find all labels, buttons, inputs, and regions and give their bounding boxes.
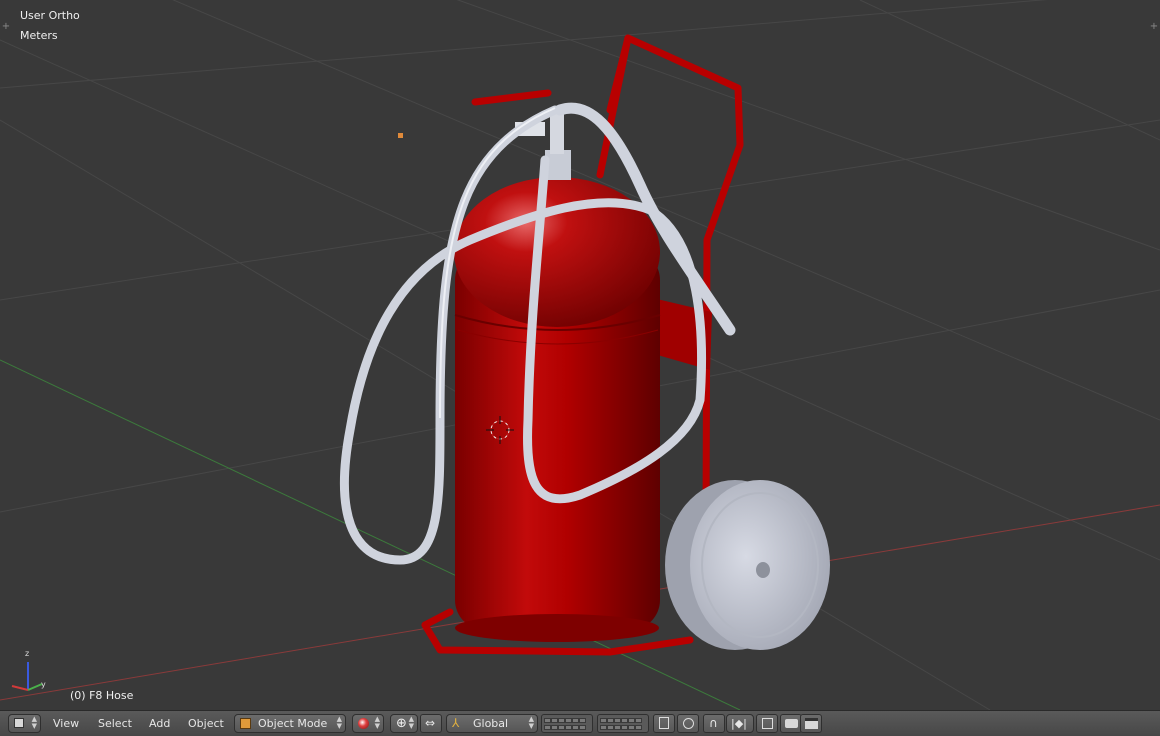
units-label: Meters (20, 29, 58, 42)
snap-target-icon (762, 718, 773, 729)
mode-label: Object Mode (258, 717, 328, 730)
region-expand-right-icon[interactable]: + (1149, 22, 1159, 32)
axis-gizmo (11, 662, 43, 691)
object-info-label: (0) F8 Hose (70, 689, 134, 702)
transform-manipulator-icon: ⇔ (425, 716, 436, 730)
render-still-button[interactable] (780, 714, 802, 733)
snap-toggle-button[interactable]: ∩ (703, 714, 725, 733)
mode-selector[interactable]: Object Mode ▲ ▼ (234, 714, 346, 733)
dropdown-arrows-icon: ▲ ▼ (31, 715, 37, 730)
lock-icon (659, 717, 669, 729)
menu-select[interactable]: Select (98, 716, 132, 732)
region-expand-left-icon[interactable]: + (1, 22, 11, 32)
light-marker[interactable] (398, 133, 403, 138)
transform-orientation-icon: ⅄ (452, 716, 460, 730)
transform-orientation-selector[interactable]: ⅄ Global ▲ ▼ (446, 714, 538, 733)
snap-increment-icon: |◆| (731, 717, 747, 730)
snap-element-selector[interactable]: |◆| (726, 714, 754, 733)
pivot-point-selector[interactable]: ⊕ ▲ ▼ (390, 714, 418, 733)
menu-add[interactable]: Add (149, 716, 170, 732)
extinguisher-tank[interactable] (454, 177, 661, 642)
menu-view[interactable]: View (53, 716, 79, 732)
magnet-icon: ∩ (709, 716, 718, 730)
menu-object[interactable]: Object (188, 716, 224, 732)
gizmo-z-label: z (25, 649, 30, 658)
view-name-label: User Ortho (20, 9, 80, 22)
render-animation-button[interactable] (800, 714, 822, 733)
dropdown-arrows-icon: ▲ ▼ (374, 715, 380, 730)
3d-viewport[interactable]: User Ortho Meters (0) F8 Hose z y + + (0, 0, 1160, 710)
snap-target-button[interactable] (756, 714, 778, 733)
cube-icon (14, 718, 24, 728)
editor-type-button[interactable]: ▲ ▼ (8, 714, 41, 733)
lock-layers-button[interactable] (653, 714, 675, 733)
viewport-header: ▲ ▼ View Select Add Object Object Mode ▲ ▼… (0, 710, 1160, 736)
wheel[interactable] (665, 480, 830, 650)
transform-manipulator-button[interactable]: ⇔ (420, 714, 442, 733)
camera-icon (785, 719, 798, 728)
orientation-label: Global (473, 717, 509, 730)
proportional-editing-button[interactable] (677, 714, 699, 733)
pivot-point-icon: ⊕ (396, 716, 407, 731)
object-mode-cube-icon (240, 718, 251, 729)
dropdown-arrows-icon: ▲ ▼ (336, 715, 342, 730)
layers-grid-left[interactable] (541, 714, 593, 733)
proportional-edit-icon (683, 718, 694, 729)
scene-canvas[interactable] (0, 0, 1160, 710)
clapperboard-icon (805, 718, 818, 729)
shading-selector[interactable]: ▲ ▼ (352, 714, 384, 733)
dropdown-arrows-icon: ▲ ▼ (408, 715, 414, 730)
dropdown-arrows-icon: ▲ ▼ (528, 715, 534, 730)
shading-sphere-icon (358, 718, 369, 729)
layers-grid-right[interactable] (597, 714, 649, 733)
gizmo-y-label: y (41, 680, 46, 689)
